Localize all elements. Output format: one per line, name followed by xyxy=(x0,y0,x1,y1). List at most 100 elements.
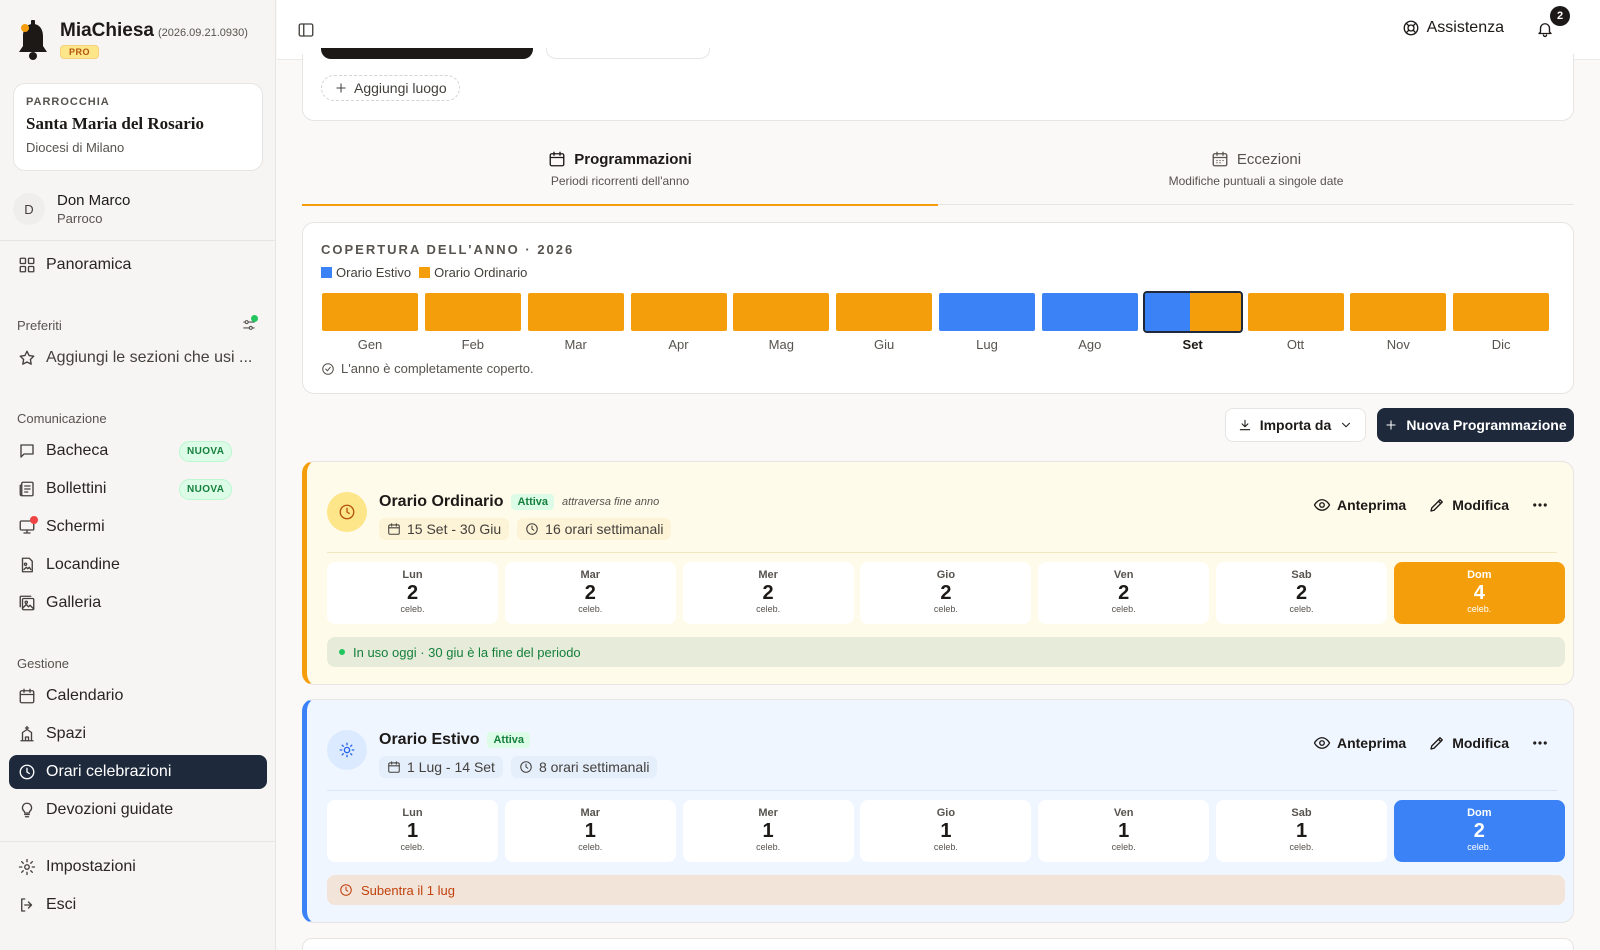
day-cell[interactable]: Lun 1 celeb. xyxy=(327,800,498,862)
brand[interactable]: MiaChiesa (2026.09.21.0930) PRO xyxy=(16,20,248,62)
nav-bacheca[interactable]: Bacheca NUOVA xyxy=(9,434,267,468)
day-cell[interactable]: Lun 2 celeb. xyxy=(327,562,498,624)
nav-galleria[interactable]: Galleria xyxy=(9,586,267,620)
notifications-button[interactable] xyxy=(1536,20,1554,38)
day-cell[interactable]: Sab 1 celeb. xyxy=(1216,800,1387,862)
nav-overview[interactable]: Panoramica xyxy=(9,248,267,282)
parish-card[interactable]: PARROCCHIA Santa Maria del Rosario Dioce… xyxy=(13,83,263,171)
month-nov[interactable]: Nov xyxy=(1350,293,1447,352)
nav-calendario[interactable]: Calendario xyxy=(9,679,267,713)
coverage-status: L'anno è completamente coperto. xyxy=(321,361,534,376)
month-mag[interactable]: Mag xyxy=(733,293,830,352)
more-horizontal-icon xyxy=(1533,503,1547,507)
nav-bollettini[interactable]: Bollettini NUOVA xyxy=(9,472,267,506)
month-ott[interactable]: Ott xyxy=(1247,293,1344,352)
nav-locandine[interactable]: Locandine xyxy=(9,548,267,582)
tab-eccezioni[interactable]: Eccezioni Modifiche puntuali a singole d… xyxy=(938,140,1574,205)
month-label: Mag xyxy=(768,337,794,352)
day-cell[interactable]: Mer 2 celeb. xyxy=(682,562,854,624)
favorites-settings[interactable] xyxy=(242,315,258,332)
edit-button[interactable]: Modifica xyxy=(1428,496,1509,514)
check-circle-icon xyxy=(322,362,334,375)
day-cell[interactable]: Ven 2 celeb. xyxy=(1038,562,1210,624)
nav-orari-celebrazioni[interactable]: Orari celebrazioni xyxy=(9,755,267,789)
monitor-icon-wrap xyxy=(18,516,38,536)
day-cell[interactable]: Gio 1 celeb. xyxy=(860,800,1032,862)
month-apr[interactable]: Apr xyxy=(630,293,727,352)
tab-programmazioni[interactable]: Programmazioni Periodi ricorrenti dell'a… xyxy=(302,140,938,206)
day-cell[interactable]: Mar 1 celeb. xyxy=(504,800,676,862)
schedule-icon xyxy=(327,492,367,532)
sidebar-toggle-button[interactable] xyxy=(297,21,315,39)
user-name: Don Marco xyxy=(57,192,131,209)
day-name: Dom xyxy=(1467,569,1492,581)
nav-spazi-label: Spazi xyxy=(46,725,87,742)
help-button[interactable]: Assistenza xyxy=(1402,19,1504,37)
month-strip: Gen Feb Mar Apr Mag Giu Lug Ago Set Ott Nov Dic xyxy=(321,291,1555,353)
schedule-status-text: In uso oggi · 30 giu è la fine del perio… xyxy=(353,644,581,660)
nav-favorites-hint[interactable]: Aggiungi le sezioni che usi ... xyxy=(9,341,267,375)
day-cell[interactable]: Mer 1 celeb. xyxy=(682,800,854,862)
nav-settings-label: Impostazioni xyxy=(46,858,136,875)
day-cell[interactable]: Ven 1 celeb. xyxy=(1038,800,1210,862)
new-badge: NUOVA xyxy=(179,478,233,500)
month-giu[interactable]: Giu xyxy=(836,293,933,352)
edit-button[interactable]: Modifica xyxy=(1428,734,1509,752)
nav-schermi[interactable]: Schermi xyxy=(9,510,267,544)
ordinario-segment xyxy=(1189,293,1241,331)
import-dropdown-button[interactable]: Importa da xyxy=(1225,408,1366,442)
nav-settings[interactable]: Impostazioni xyxy=(9,850,267,884)
user-profile[interactable]: D Don Marco Parroco xyxy=(13,192,130,226)
day-unit: celeb. xyxy=(1467,842,1492,852)
legend-item: Orario Estivo xyxy=(321,265,411,280)
lightbulb-icon xyxy=(21,802,33,818)
preview-button[interactable]: Anteprima xyxy=(1313,496,1406,514)
pencil-icon xyxy=(1430,499,1444,512)
place-tab-active[interactable] xyxy=(321,48,533,59)
place-tab[interactable] xyxy=(546,48,710,59)
preview-button[interactable]: Anteprima xyxy=(1313,734,1406,752)
chevron-down-icon xyxy=(1342,422,1351,428)
day-count: 2 xyxy=(584,582,596,604)
more-options-button[interactable] xyxy=(1531,734,1549,752)
schedule-status-bar: Subentra il 1 lug xyxy=(327,875,1565,905)
calendar-icon xyxy=(388,761,400,773)
day-cell[interactable]: Gio 2 celeb. xyxy=(860,562,1032,624)
bell-icon xyxy=(1538,23,1552,38)
newspaper-icon xyxy=(19,481,34,497)
nav-logout[interactable]: Esci xyxy=(9,888,267,922)
favorites-hint-label: Aggiungi le sezioni che usi ... xyxy=(46,349,253,366)
day-name: Mar xyxy=(580,807,601,819)
coverage-legend: Orario Estivo Orario Ordinario xyxy=(321,265,527,280)
month-dic[interactable]: Dic xyxy=(1453,293,1550,352)
month-feb[interactable]: Feb xyxy=(424,293,521,352)
lifebuoy-icon xyxy=(1403,20,1419,36)
notification-dot xyxy=(30,516,38,524)
new-schedule-label: Nuova Programmazione xyxy=(1406,417,1567,433)
communication-section-label: Comunicazione xyxy=(17,411,107,426)
more-options-button[interactable] xyxy=(1531,496,1549,514)
month-coverage-bar xyxy=(836,293,933,331)
calendar-days-icon xyxy=(1212,151,1228,167)
month-lug[interactable]: Lug xyxy=(939,293,1035,352)
day-cell[interactable]: Sab 2 celeb. xyxy=(1216,562,1387,624)
day-count: 4 xyxy=(1473,582,1485,604)
month-set[interactable]: Set xyxy=(1142,291,1243,352)
add-place-button[interactable]: Aggiungi luogo xyxy=(321,75,460,101)
month-ago[interactable]: Ago xyxy=(1041,293,1138,352)
day-cell-sunday[interactable]: Dom 4 celeb. xyxy=(1393,562,1565,624)
day-cell-sunday[interactable]: Dom 2 celeb. xyxy=(1393,800,1565,862)
nav-spazi[interactable]: Spazi xyxy=(9,717,267,751)
month-mar[interactable]: Mar xyxy=(527,293,624,352)
ordinario-segment xyxy=(527,293,624,331)
day-unit: celeb. xyxy=(756,604,781,614)
day-name: Sab xyxy=(1291,569,1312,581)
day-cell[interactable]: Mar 2 celeb. xyxy=(504,562,676,624)
year-coverage-card: COPERTURA DELL'ANNO · 2026 Orario Estivo… xyxy=(302,222,1574,394)
ordinario-segment xyxy=(1350,293,1447,331)
new-schedule-button[interactable]: Nuova Programmazione xyxy=(1377,408,1574,442)
preview-label: Anteprima xyxy=(1336,735,1407,751)
nav-devozioni[interactable]: Devozioni guidate xyxy=(9,793,267,827)
month-gen[interactable]: Gen xyxy=(322,293,418,352)
clock-icon xyxy=(520,761,532,773)
